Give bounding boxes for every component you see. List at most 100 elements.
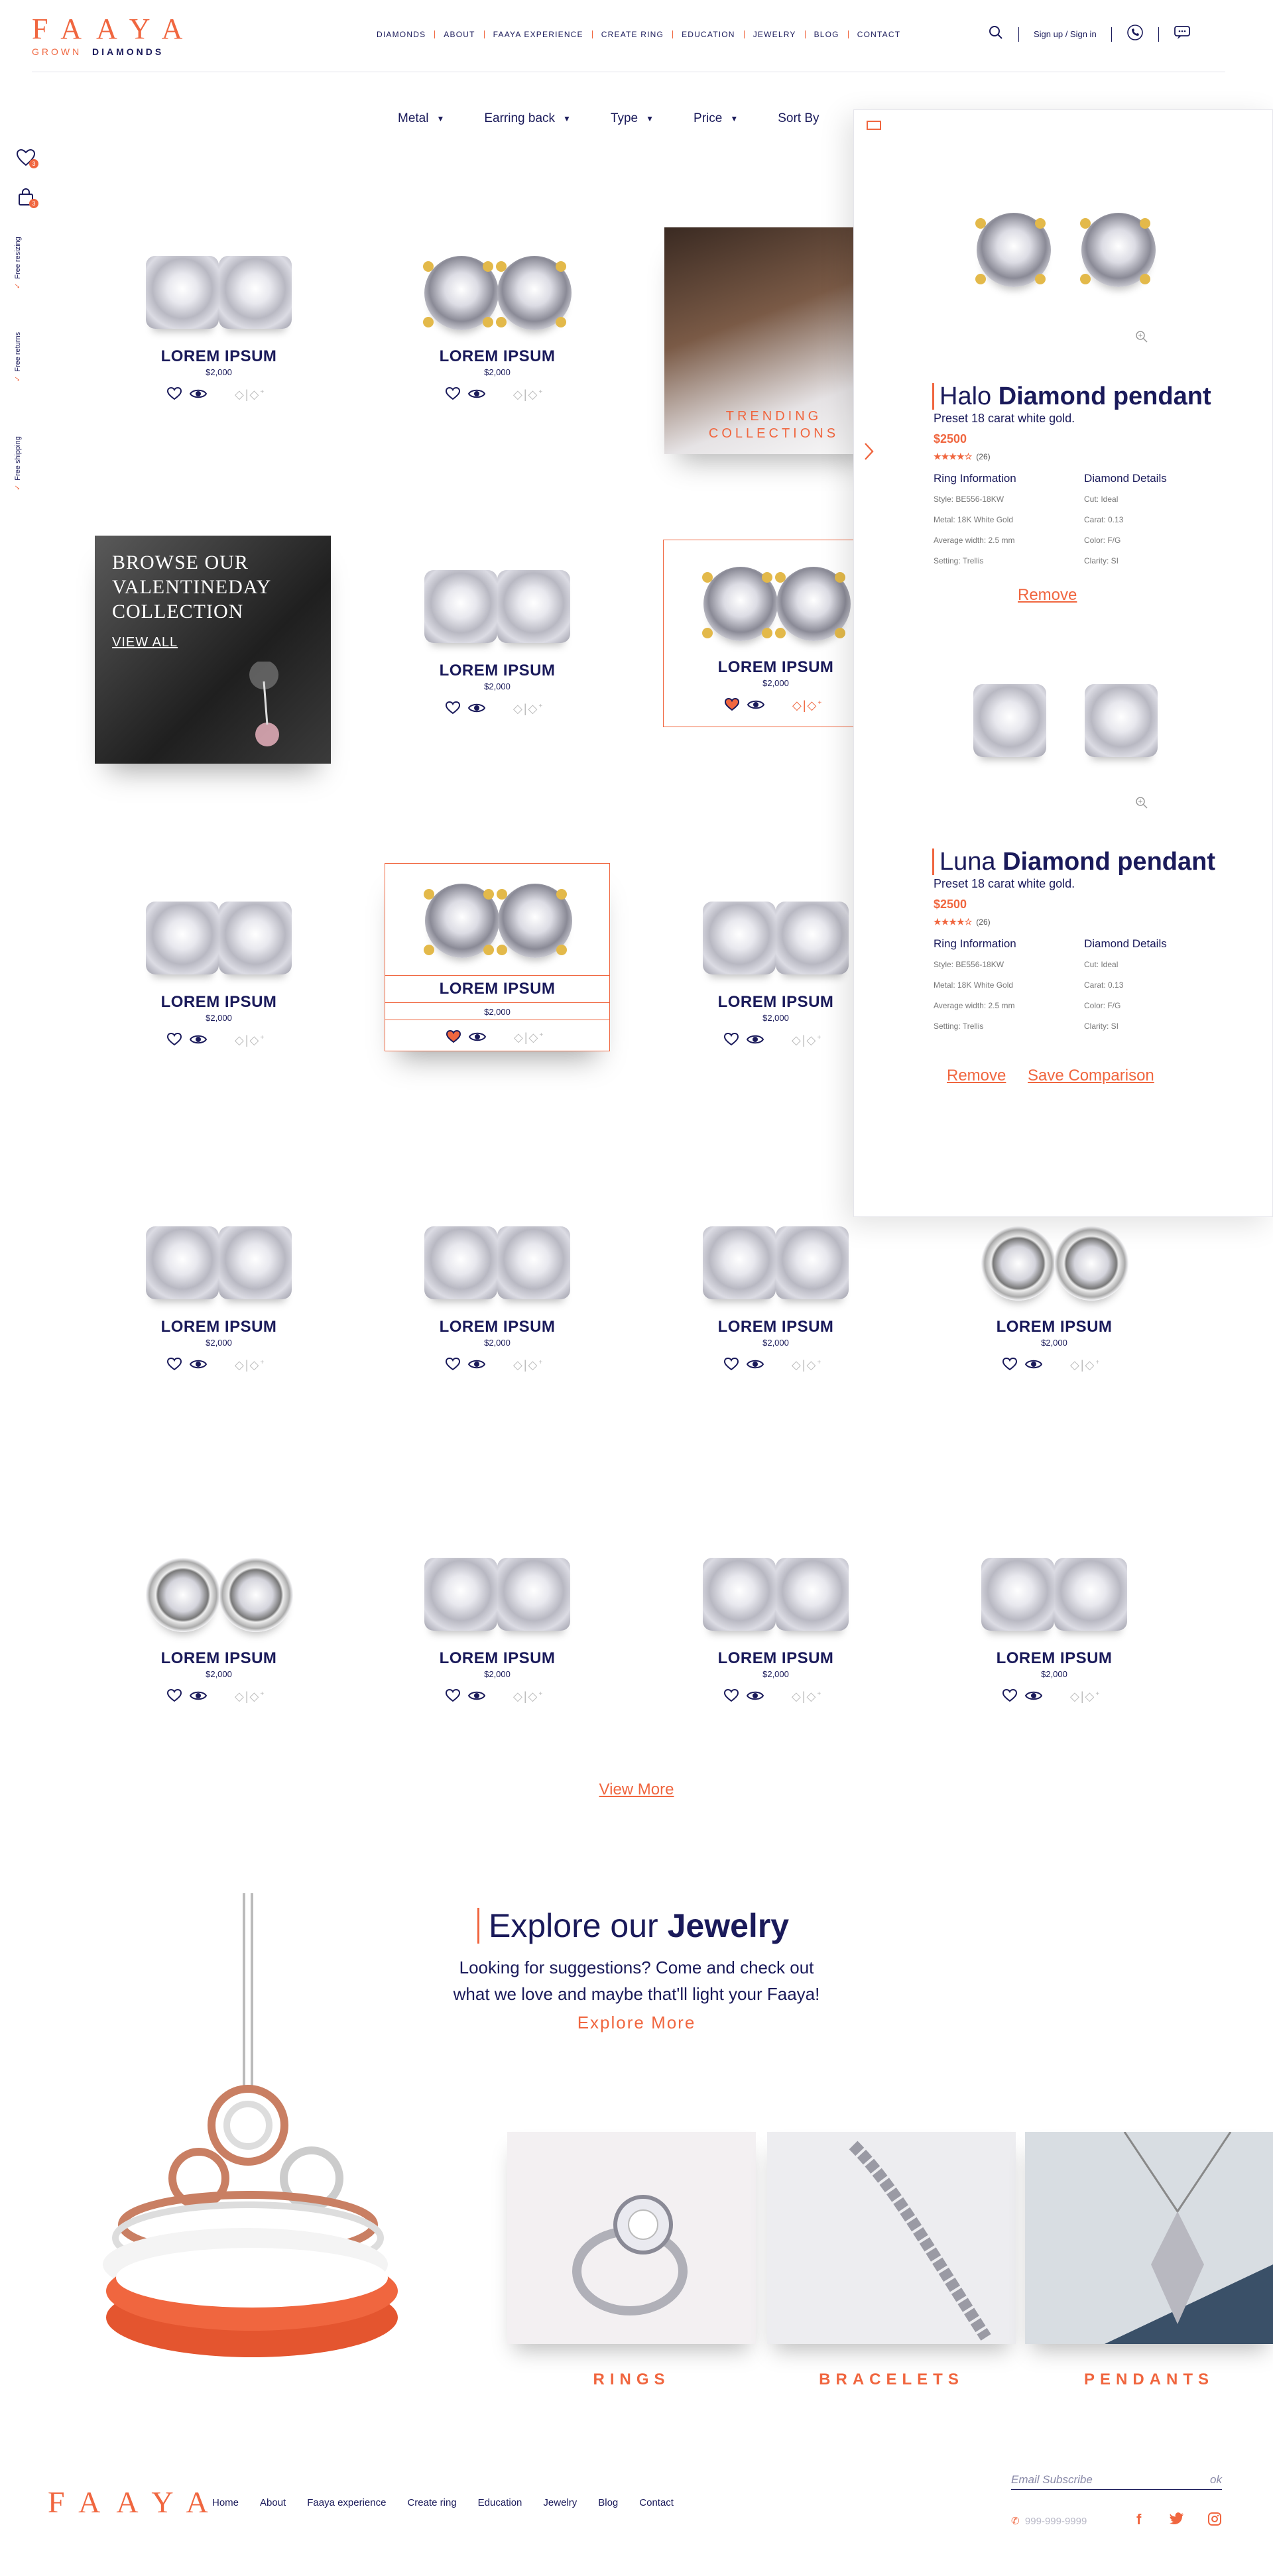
brand-logo[interactable]: FAAYA [32,15,197,44]
compare-icon[interactable]: ◇|◇+ [792,699,823,713]
compare-icon[interactable]: ◇|◇+ [514,1031,544,1045]
product-title[interactable]: LOREM IPSUM [106,1318,332,1336]
product-image[interactable] [106,1545,332,1644]
compare-icon[interactable]: ◇|◇+ [235,1690,265,1704]
facebook-icon[interactable]: f [1136,2511,1141,2528]
product-card[interactable]: LOREM IPSUM $2,000 ◇|◇+ [941,1213,1167,1374]
product-title[interactable]: LOREM IPSUM [385,662,610,680]
quick-view-icon[interactable] [189,388,208,403]
product-title[interactable]: LOREM IPSUM [385,1649,610,1668]
pendants-image[interactable] [1025,2132,1273,2344]
chat-icon[interactable] [1174,25,1191,44]
compare-icon[interactable]: ◇|◇+ [1070,1690,1101,1704]
quick-view-icon[interactable] [747,699,765,714]
product-title[interactable]: LOREM IPSUM [385,1318,610,1336]
compare-icon[interactable]: ◇|◇+ [513,388,544,402]
product-card[interactable]: LOREM IPSUM $2,000 ◇|◇+ [663,1213,888,1374]
rings-image[interactable] [507,2132,756,2344]
zoom-icon[interactable] [1135,796,1148,813]
wishlist-icon[interactable] [166,1032,182,1049]
product-title[interactable]: LOREM IPSUM [106,1649,332,1668]
nav-create-ring[interactable]: CREATE RING [593,30,674,38]
product-image[interactable] [663,1213,888,1313]
product-image[interactable] [106,243,332,342]
wishlist-icon[interactable] [724,697,740,715]
nav-faaya-experience[interactable]: FAAYA EXPERIENCE [485,30,593,38]
nav-contact[interactable]: CONTACT [849,30,910,38]
save-comparison-button[interactable]: Save Comparison [1028,1067,1154,1085]
zoom-icon[interactable] [1135,330,1148,347]
compare-icon[interactable]: ◇|◇+ [1070,1358,1101,1372]
filter-sort-by[interactable]: Sort By [778,111,819,126]
product-image[interactable] [106,1213,332,1313]
product-title[interactable]: LOREM IPSUM [941,1318,1167,1336]
product-image[interactable] [385,557,610,656]
footer-link-create-ring[interactable]: Create ring [407,2497,456,2508]
wishlist-icon[interactable] [166,386,182,404]
footer-link-jewelry[interactable]: Jewelry [543,2497,577,2508]
quick-view-icon[interactable] [467,702,486,717]
filter-metal[interactable]: Metal ▼ [398,111,444,126]
product-title[interactable]: LOREM IPSUM [385,975,609,1003]
wishlist-icon[interactable] [723,1688,739,1706]
footer-link-about[interactable]: About [260,2497,286,2508]
category-bracelets-label[interactable]: BRACELETS [767,2371,1016,2389]
product-image[interactable] [941,1545,1167,1644]
quick-view-icon[interactable] [746,1358,764,1374]
quick-view-icon[interactable] [189,1358,208,1374]
quick-view-icon[interactable] [468,1031,487,1046]
product-image[interactable] [385,1213,610,1313]
product-card[interactable]: LOREM IPSUM $2,000 ◇|◇+ [106,243,332,404]
phone-icon[interactable] [1126,24,1144,44]
wishlist-icon[interactable] [446,1029,461,1047]
chevron-right-icon[interactable] [863,441,875,465]
product-image[interactable] [385,243,610,342]
quick-view-icon[interactable] [746,1690,764,1705]
email-subscribe-input[interactable] [1011,2473,1170,2487]
product-card[interactable]: LOREM IPSUM $2,000 ◇|◇+ [385,557,610,718]
product-card[interactable]: LOREM IPSUM $2,000 ◇|◇+ [106,1213,332,1374]
remove-button[interactable]: Remove [947,1067,1006,1085]
nav-education[interactable]: EDUCATION [673,30,745,38]
twitter-icon[interactable] [1170,2512,1184,2529]
wishlist-icon[interactable] [723,1032,739,1049]
product-card[interactable]: LOREM IPSUM $2,000 ◇|◇+ [941,1545,1167,1706]
compare-icon[interactable]: ◇|◇+ [235,388,265,402]
compare-icon[interactable]: ◇|◇+ [513,702,544,716]
product-title[interactable]: LOREM IPSUM [941,1649,1167,1668]
product-card[interactable]: LOREM IPSUM $2,000 ◇|◇+ [106,888,332,1049]
product-card[interactable]: LOREM IPSUM $2,000 ◇|◇+ [106,1545,332,1706]
footer-link-home[interactable]: Home [212,2497,239,2508]
wishlist-icon[interactable] [723,1357,739,1374]
explore-more-link[interactable]: Explore More [544,2013,729,2033]
trending-collections-promo[interactable]: TRENDING COLLECTIONS [664,227,883,454]
footer-link-faaya-experience[interactable]: Faaya experience [307,2497,386,2508]
wishlist-icon[interactable]: 3 [16,148,38,170]
wishlist-icon[interactable] [445,386,461,404]
wishlist-icon[interactable] [1002,1357,1018,1374]
product-card[interactable]: LOREM IPSUM $2,000 ◇|◇+ [385,1545,610,1706]
wishlist-icon[interactable] [1002,1688,1018,1706]
filter-earring-back[interactable]: Earring back ▼ [484,111,571,126]
valentine-view-all-link[interactable]: VIEW ALL [112,635,178,650]
product-card[interactable]: LOREM IPSUM $2,000 ◇|◇+ [663,1545,888,1706]
filter-type[interactable]: Type ▼ [611,111,654,126]
product-title[interactable]: LOREM IPSUM [106,347,332,366]
bracelets-image[interactable] [767,2132,1016,2344]
instagram-icon[interactable] [1208,2512,1221,2529]
view-more-link[interactable]: View More [583,1781,690,1799]
product-image[interactable] [106,888,332,988]
compare-icon[interactable]: ◇|◇+ [513,1358,544,1372]
footer-link-blog[interactable]: Blog [598,2497,618,2508]
nav-jewelry[interactable]: JEWELRY [745,30,806,38]
product-image[interactable] [663,1545,888,1644]
quick-view-icon[interactable] [467,1358,486,1374]
compare-icon[interactable]: ◇|◇+ [792,1690,822,1704]
product-card[interactable]: LOREM IPSUM $2,000 ◇|◇+ [385,1213,610,1374]
product-image[interactable] [385,1545,610,1644]
wishlist-icon[interactable] [166,1688,182,1706]
product-image[interactable] [385,870,609,970]
footer-link-education[interactable]: Education [478,2497,522,2508]
search-icon[interactable] [988,25,1004,44]
quick-view-icon[interactable] [746,1033,764,1049]
